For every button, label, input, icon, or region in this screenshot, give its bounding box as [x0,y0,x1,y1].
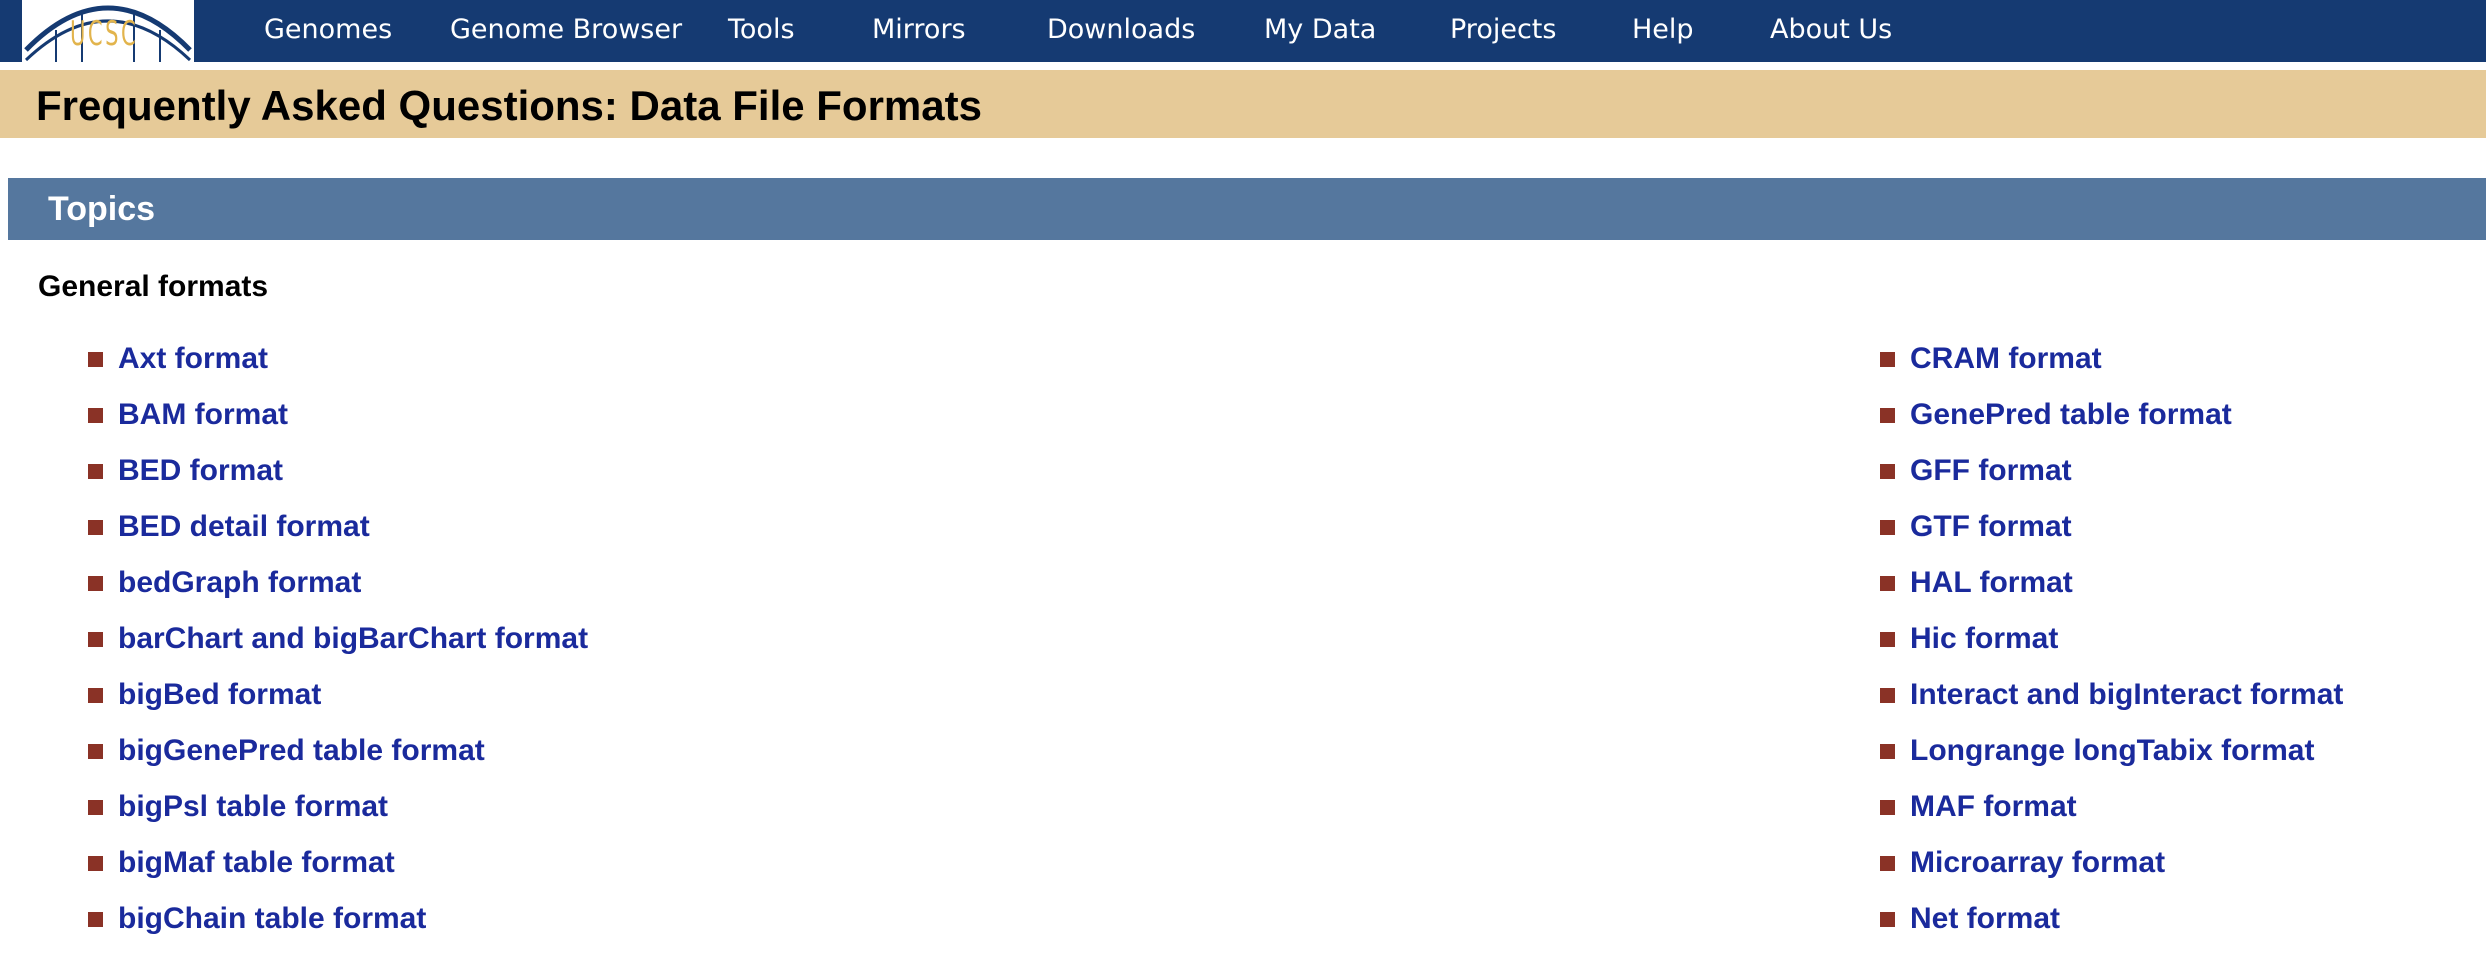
square-bullet-icon [1880,632,1895,647]
list-item: Microarray format [1880,842,2343,898]
square-bullet-icon [88,632,103,647]
nav-item-genomes[interactable]: Genomes [264,14,392,45]
nav-item-projects[interactable]: Projects [1450,14,1556,45]
square-bullet-icon [1880,912,1895,927]
list-item: Net format [1880,898,2343,954]
square-bullet-icon [1880,744,1895,759]
square-bullet-icon [1880,856,1895,871]
link-maf-format[interactable]: MAF format [1910,790,2077,823]
link-biggenepred-format[interactable]: bigGenePred table format [118,734,485,767]
link-hal-format[interactable]: HAL format [1910,566,2073,599]
list-item: bigChain table format [88,898,588,954]
link-bigmaf-format[interactable]: bigMaf table format [118,846,395,879]
link-genepred-format[interactable]: GenePred table format [1910,398,2232,431]
link-cram-format[interactable]: CRAM format [1910,342,2102,375]
square-bullet-icon [88,520,103,535]
square-bullet-icon [88,576,103,591]
link-bigbed-format[interactable]: bigBed format [118,678,321,711]
link-barchart-format[interactable]: barChart and bigBarChart format [118,622,588,655]
top-navbar: UCSC Genomes Genome Browser Tools Mirror… [0,0,2486,62]
link-hic-format[interactable]: Hic format [1910,622,2058,655]
list-item: GTF format [1880,506,2343,562]
square-bullet-icon [88,688,103,703]
square-bullet-icon [1880,688,1895,703]
link-gff-format[interactable]: GFF format [1910,454,2072,487]
topics-header: Topics [8,178,2486,240]
list-item: BED detail format [88,506,588,562]
list-item: GFF format [1880,450,2343,506]
list-item: bigBed format [88,674,588,730]
square-bullet-icon [1880,464,1895,479]
list-item: BAM format [88,394,588,450]
square-bullet-icon [1880,408,1895,423]
link-microarray-format[interactable]: Microarray format [1910,846,2165,879]
square-bullet-icon [1880,520,1895,535]
format-list-left: Axt format BAM format BED format BED det… [88,338,588,954]
topics-title: Topics [48,190,156,228]
list-item: MAF format [1880,786,2343,842]
nav-item-tools[interactable]: Tools [728,14,795,45]
link-longrange-format[interactable]: Longrange longTabix format [1910,734,2314,767]
square-bullet-icon [1880,352,1895,367]
link-bam-format[interactable]: BAM format [118,398,288,431]
list-item: bigGenePred table format [88,730,588,786]
list-item: barChart and bigBarChart format [88,618,588,674]
nav-item-about-us[interactable]: About Us [1770,14,1892,45]
nav-item-mirrors[interactable]: Mirrors [872,14,966,45]
nav-item-downloads[interactable]: Downloads [1047,14,1195,45]
list-item: Interact and bigInteract format [1880,674,2343,730]
nav-menu: Genomes Genome Browser Tools Mirrors Dow… [0,0,2486,62]
list-item: bigPsl table format [88,786,588,842]
square-bullet-icon [88,408,103,423]
list-item: bigMaf table format [88,842,588,898]
square-bullet-icon [1880,576,1895,591]
link-gtf-format[interactable]: GTF format [1910,510,2072,543]
format-list-right: CRAM format GenePred table format GFF fo… [1880,338,2343,954]
link-bed-format[interactable]: BED format [118,454,283,487]
nav-item-my-data[interactable]: My Data [1264,14,1376,45]
link-net-format[interactable]: Net format [1910,902,2060,935]
list-item: GenePred table format [1880,394,2343,450]
nav-item-genome-browser[interactable]: Genome Browser [450,14,682,45]
list-item: BED format [88,450,588,506]
section-label-general-formats: General formats [38,270,269,303]
link-bedgraph-format[interactable]: bedGraph format [118,566,361,599]
page-title: Frequently Asked Questions: Data File Fo… [36,82,982,129]
link-bed-detail-format[interactable]: BED detail format [118,510,370,543]
square-bullet-icon [88,912,103,927]
list-item: Longrange longTabix format [1880,730,2343,786]
link-bigpsl-format[interactable]: bigPsl table format [118,790,388,823]
square-bullet-icon [88,744,103,759]
nav-item-help[interactable]: Help [1632,14,1694,45]
list-item: bedGraph format [88,562,588,618]
list-item: HAL format [1880,562,2343,618]
link-bigchain-format[interactable]: bigChain table format [118,902,426,935]
list-item: Axt format [88,338,588,394]
square-bullet-icon [88,800,103,815]
link-axt-format[interactable]: Axt format [118,342,268,375]
list-item: CRAM format [1880,338,2343,394]
list-item: Hic format [1880,618,2343,674]
square-bullet-icon [88,352,103,367]
square-bullet-icon [1880,800,1895,815]
square-bullet-icon [88,464,103,479]
title-banner: Frequently Asked Questions: Data File Fo… [0,70,2486,138]
link-interact-format[interactable]: Interact and bigInteract format [1910,678,2343,711]
square-bullet-icon [88,856,103,871]
